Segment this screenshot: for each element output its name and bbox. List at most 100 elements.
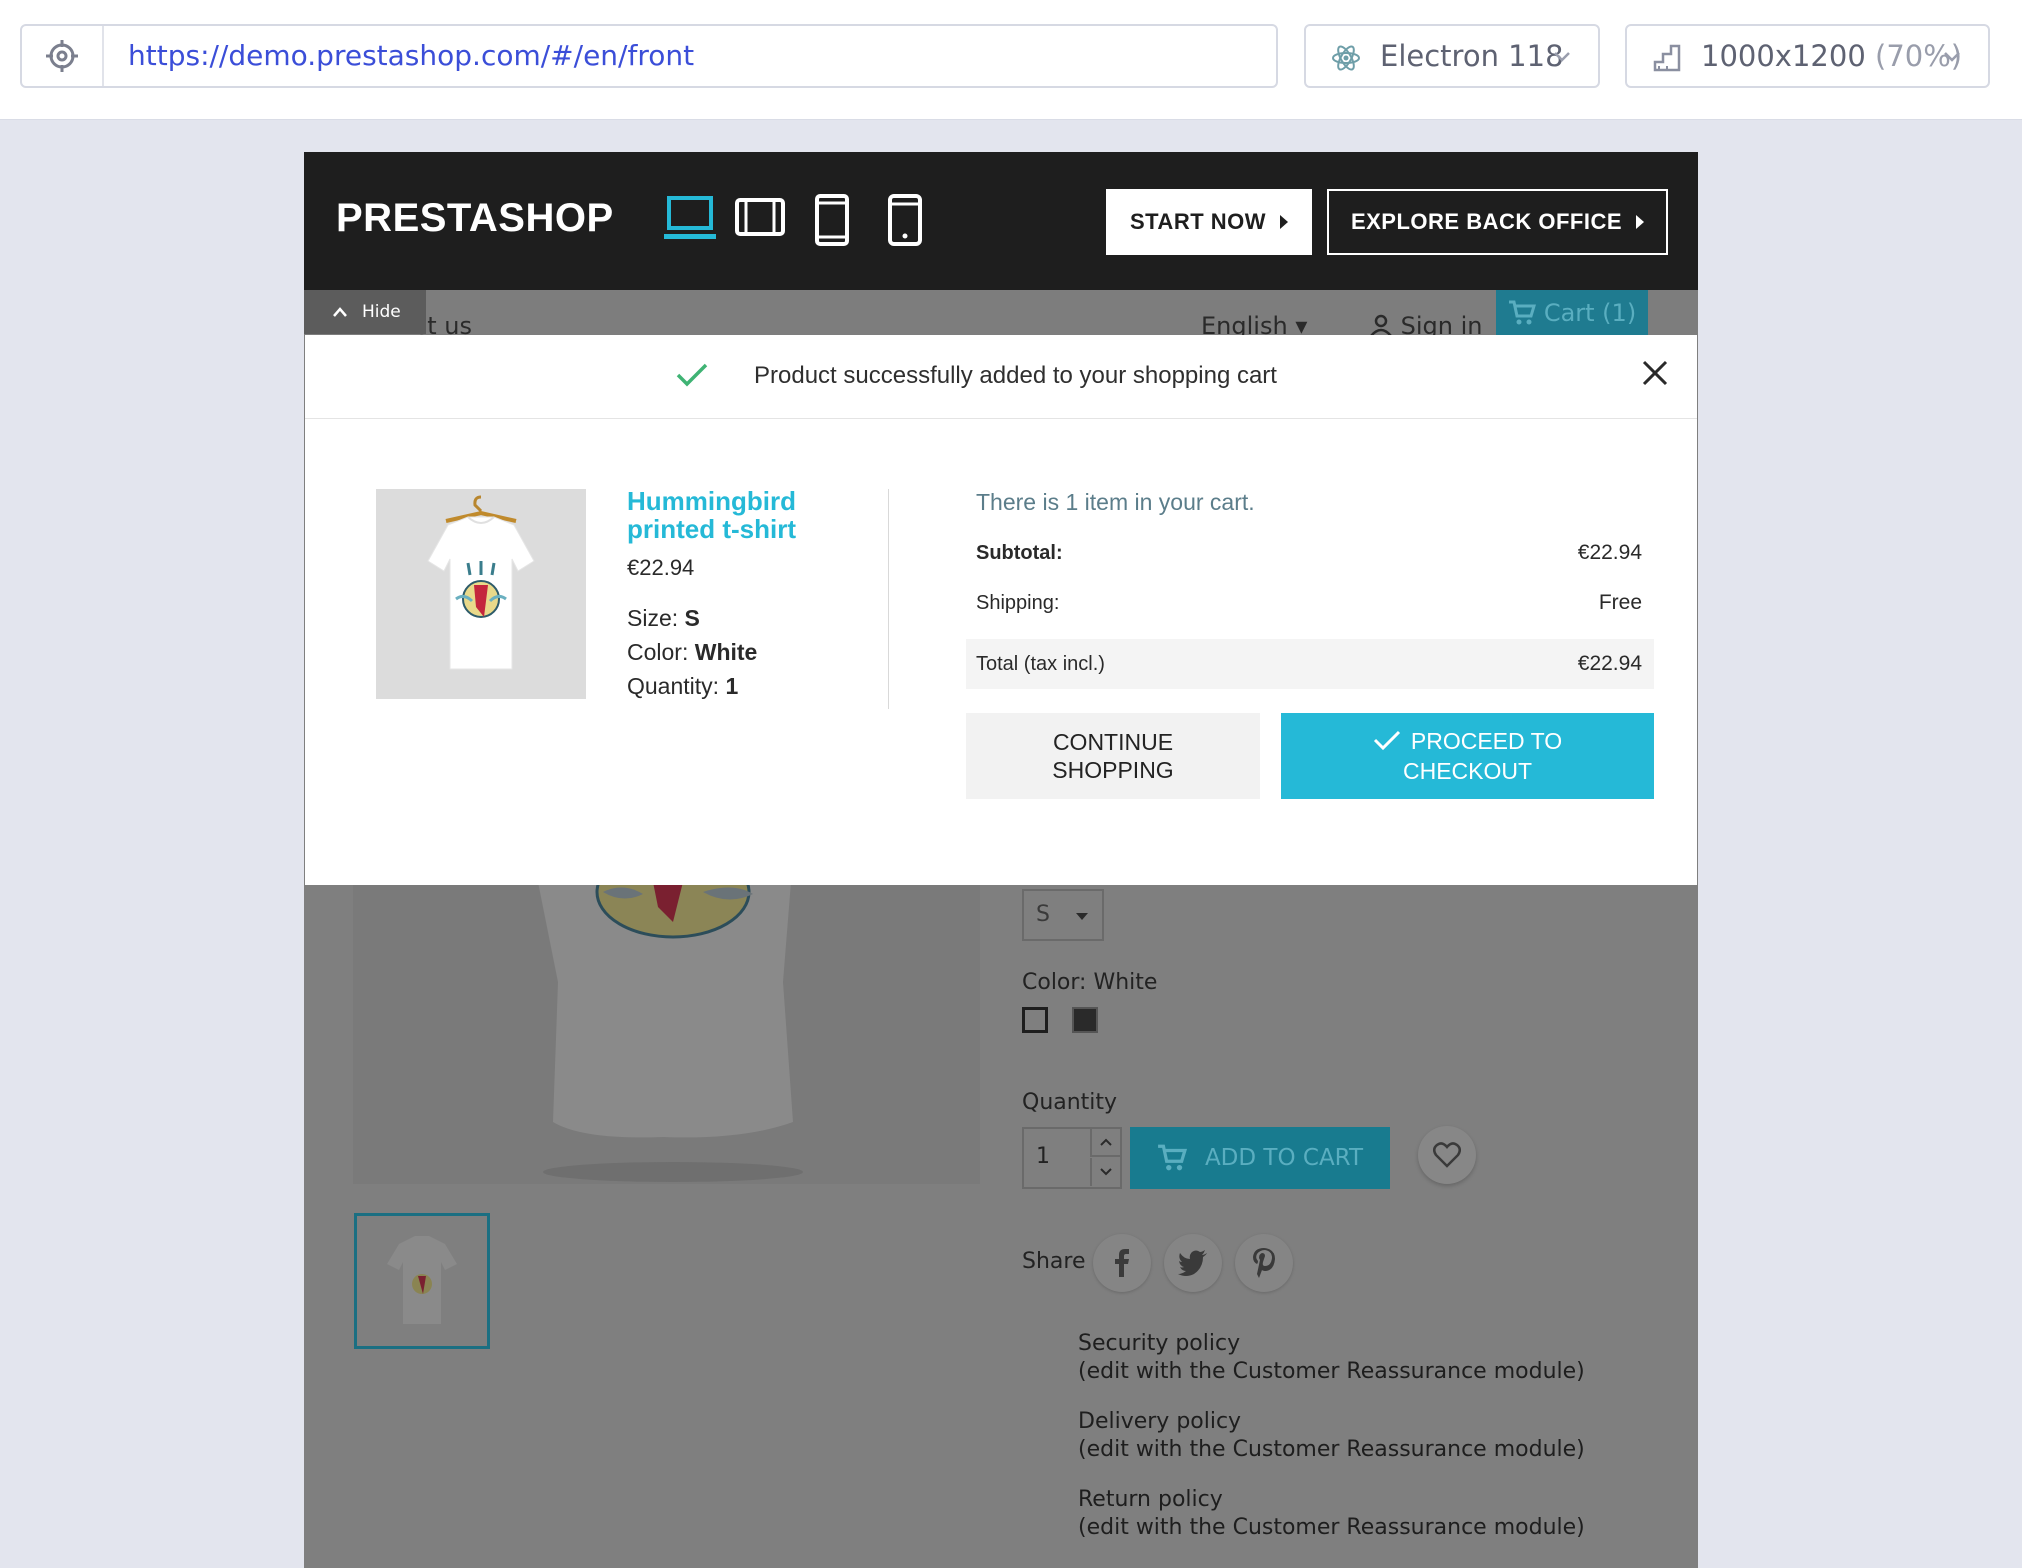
continue-shopping-button[interactable]: CONTINUE SHOPPING [966,713,1260,799]
check-icon [676,363,708,387]
caret-right-icon [1280,215,1289,229]
color-swatch-black[interactable] [1072,1007,1098,1033]
user-icon [1370,314,1392,337]
share-pinterest-button[interactable] [1235,1234,1293,1292]
modal-product-size: Size: S [627,605,700,632]
tablet-portrait-icon[interactable] [814,194,850,246]
caret-down-icon [1076,913,1088,920]
chevron-up-icon [333,307,347,317]
subtotal-value: €22.94 [1577,541,1642,564]
start-now-button[interactable]: START NOW [1106,189,1312,255]
url-bar[interactable]: https://demo.prestashop.com/#/en/front [20,24,1278,88]
product-cover-image[interactable] [353,882,980,1184]
modal-product-quantity: Quantity: 1 [627,673,738,700]
reassurance-note: (edit with the Customer Reassurance modu… [1078,1515,1585,1540]
ruler-icon [1653,44,1681,72]
share-twitter-button[interactable] [1164,1234,1222,1292]
size-value: S [684,605,700,631]
quantity-value: 1 [725,673,739,699]
cart-link[interactable]: Cart (1) [1496,290,1648,336]
shipping-row: Shipping: Free [966,578,1654,628]
selector-playground-button[interactable] [22,26,104,86]
add-to-cart-label: ADD TO CART [1204,1145,1364,1171]
modal-product-price: €22.94 [627,555,695,580]
chevron-down-icon [1944,52,1960,62]
quantity-label: Quantity: [627,673,720,699]
shipping-value: Free [1598,591,1642,614]
reassurance-title: Delivery policy [1078,1409,1242,1434]
shipping-label: Shipping: [976,592,1060,614]
reassurance-note: (edit with the Customer Reassurance modu… [1078,1437,1585,1462]
runner-toolbar: https://demo.prestashop.com/#/en/front E… [0,0,2022,120]
check-icon [1373,730,1400,751]
add-to-cart-button[interactable]: ADD TO CART [1130,1127,1390,1189]
modal-product-color: Color: White [627,639,757,666]
quantity-increase-button[interactable] [1090,1129,1120,1157]
subtotal-label: Subtotal: [976,542,1063,564]
chevron-up-icon [1100,1138,1112,1146]
browser-select[interactable]: Electron 118 [1304,24,1600,88]
browser-label: Electron 118 [1380,39,1564,73]
continue-label-line1: CONTINUE [1052,729,1174,755]
modal-header: Product successfully added to your shopp… [305,335,1697,419]
app-preview-frame: PRESTASHOP START NOW EXPLORE BACK OFFICE [304,152,1698,1568]
hide-label: Hide [362,302,401,322]
checkout-label-line2: CHECKOUT [1402,758,1533,784]
product-thumbnail[interactable] [354,1213,490,1349]
laptop-icon[interactable] [664,194,716,242]
quantity-label: Quantity [1022,1090,1118,1115]
reassurance-title: Return policy [1078,1487,1223,1512]
tablet-landscape-icon[interactable] [734,194,786,242]
continue-label-line2: SHOPPING [1052,757,1174,783]
size-label: Size: [627,605,679,631]
checkout-label-line1-wrap: PROCEED TO [1281,726,1654,756]
reassurance-note: (edit with the Customer Reassurance modu… [1078,1359,1585,1384]
prestashop-logo: PRESTASHOP [336,196,614,240]
cart-icon [1508,300,1536,325]
explore-back-office-button[interactable]: EXPLORE BACK OFFICE [1327,189,1668,255]
reassurance-return: Return policy (edit with the Customer Re… [1078,1486,1585,1542]
shop-nav [304,290,1698,336]
url-text: https://demo.prestashop.com/#/en/front [128,39,695,72]
total-row: Total (tax incl.) €22.94 [966,639,1654,689]
share-label: Share [1022,1249,1086,1274]
mobile-icon[interactable] [887,194,923,246]
facebook-icon [1115,1249,1129,1277]
cart-label: Cart (1) [1543,299,1637,327]
subtotal-row: Subtotal: €22.94 [966,528,1654,578]
reassurance-title: Security policy [1078,1331,1241,1356]
color-swatch-white[interactable] [1022,1007,1048,1033]
color-label: Color: White [1022,970,1158,995]
electron-icon [1332,45,1360,71]
modal-divider [888,489,889,709]
color-label: Color: [627,639,689,665]
proceed-to-checkout-button[interactable]: PROCEED TO CHECKOUT [1281,713,1654,799]
twitter-icon [1178,1250,1207,1276]
close-icon[interactable] [1641,359,1669,387]
wishlist-button[interactable] [1418,1126,1476,1184]
reassurance-delivery: Delivery policy (edit with the Customer … [1078,1408,1585,1464]
demo-header: PRESTASHOP START NOW EXPLORE BACK OFFICE [304,152,1698,290]
caret-right-icon [1636,215,1645,229]
pinterest-icon [1253,1248,1275,1278]
start-now-label: START NOW [1129,209,1267,234]
explore-label: EXPLORE BACK OFFICE [1350,209,1623,234]
reassurance-security: Security policy (edit with the Customer … [1078,1330,1585,1386]
cart-item-count: There is 1 item in your cart. [976,489,1255,515]
viewport-label: 1000x1200 (70%) [1701,26,1962,86]
modal-product-name[interactable]: Hummingbird printed t-shirt [627,487,847,543]
chevron-down-icon [1554,52,1570,62]
color-value: White [694,639,758,665]
viewport-size: 1000x1200 [1701,39,1866,73]
share-facebook-button[interactable] [1093,1234,1151,1292]
quantity-stepper[interactable]: 1 [1022,1127,1122,1189]
viewport-select[interactable]: 1000x1200 (70%) [1625,24,1990,88]
size-select-value: S [1036,902,1050,927]
total-label: Total (tax incl.) [976,653,1105,675]
modal-message: Product successfully added to your shopp… [754,362,1277,389]
quantity-decrease-button[interactable] [1090,1158,1120,1186]
chevron-down-icon [1100,1168,1112,1176]
modal-product-image [376,489,586,699]
hide-toolbar-button[interactable]: Hide [304,290,426,334]
size-select[interactable]: S [1022,889,1104,941]
